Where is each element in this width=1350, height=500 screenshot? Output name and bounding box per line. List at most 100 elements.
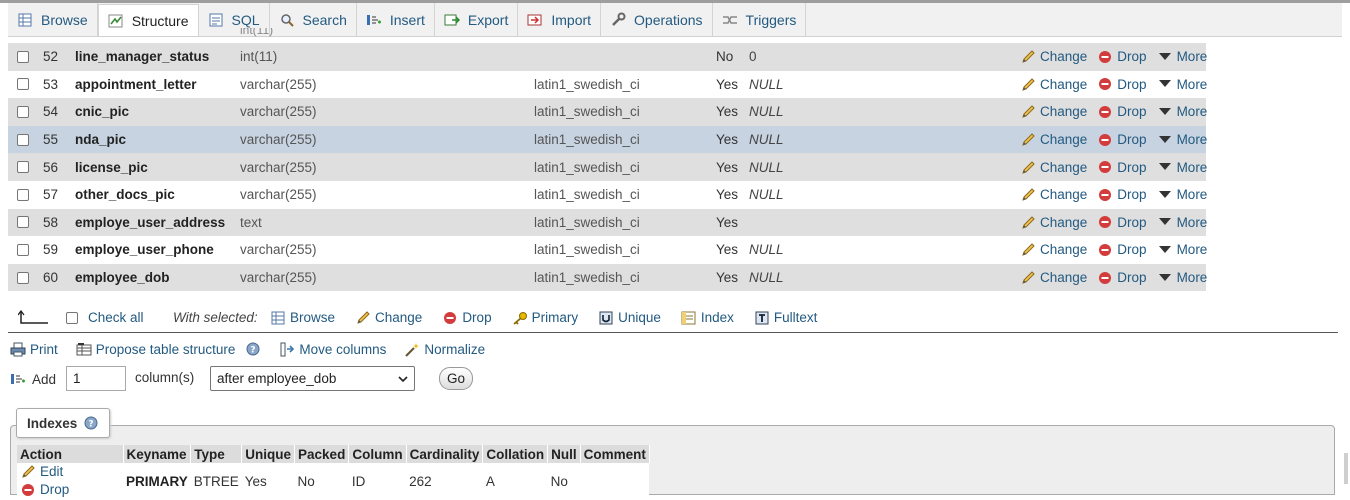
field-number: 52 bbox=[43, 49, 59, 65]
search-icon bbox=[279, 12, 295, 28]
go-button[interactable]: Go bbox=[439, 367, 473, 390]
row-actions: Change Drop More bbox=[1020, 49, 1217, 65]
pencil-icon bbox=[1020, 187, 1036, 203]
more-button[interactable]: More bbox=[1157, 187, 1207, 203]
row-checkbox[interactable] bbox=[17, 161, 29, 174]
print-label: Print bbox=[30, 341, 58, 357]
field-name: employe_user_phone bbox=[75, 242, 214, 258]
move-columns-link[interactable]: Move columns bbox=[279, 341, 386, 357]
bulk-index-button[interactable]: Index bbox=[681, 310, 734, 326]
tab-triggers[interactable]: Triggers bbox=[713, 3, 807, 36]
help-icon[interactable]: ? bbox=[83, 415, 99, 431]
change-button[interactable]: Change bbox=[1020, 270, 1087, 286]
row-checkbox[interactable] bbox=[17, 188, 29, 201]
table-row[interactable]: 57 other_docs_pic varchar(255) latin1_swedi… bbox=[8, 180, 1207, 209]
more-button[interactable]: More bbox=[1157, 49, 1207, 65]
more-button[interactable]: More bbox=[1157, 104, 1207, 120]
normalize-link[interactable]: Normalize bbox=[404, 341, 485, 357]
tab-operations[interactable]: Operations bbox=[601, 3, 713, 36]
print-link[interactable]: Print bbox=[10, 341, 58, 357]
drop-button[interactable]: Drop bbox=[1097, 49, 1147, 65]
change-label: Change bbox=[1040, 49, 1088, 65]
tab-import[interactable]: Import bbox=[518, 3, 602, 36]
drop-button[interactable]: Drop bbox=[1097, 214, 1147, 230]
change-button[interactable]: Change bbox=[1020, 159, 1087, 175]
drop-icon bbox=[1097, 270, 1113, 286]
change-button[interactable]: Change bbox=[1020, 49, 1087, 65]
row-checkbox[interactable] bbox=[17, 133, 29, 146]
bulk-change-button[interactable]: Change bbox=[355, 310, 422, 326]
field-null: Yes bbox=[716, 214, 739, 230]
table-row[interactable]: 60 employee_dob varchar(255) latin1_swedish… bbox=[8, 263, 1208, 292]
table-row[interactable]: 52 line_manager_status int(11) No 0 Change Dro… bbox=[8, 43, 1207, 71]
check-all-checkbox[interactable] bbox=[66, 311, 78, 324]
more-button[interactable]: More bbox=[1157, 242, 1207, 258]
row-checkbox[interactable] bbox=[17, 271, 29, 284]
field-name: license_pic bbox=[75, 159, 148, 175]
move-columns-icon bbox=[279, 341, 295, 357]
bulk-browse-button[interactable]: Browse bbox=[270, 310, 335, 326]
table-row[interactable]: 56 license_pic varchar(255) latin1_swedish_… bbox=[8, 153, 1207, 181]
drop-button[interactable]: Drop bbox=[1097, 132, 1147, 148]
index-collation: A bbox=[482, 463, 548, 500]
more-button[interactable]: More bbox=[1157, 132, 1207, 148]
change-button[interactable]: Change bbox=[1020, 132, 1087, 148]
row-checkbox[interactable] bbox=[17, 243, 29, 256]
row-checkbox[interactable] bbox=[17, 78, 29, 91]
column-position-select[interactable]: after employee_dob bbox=[210, 366, 415, 391]
tab-search[interactable]: Search bbox=[270, 3, 357, 36]
bulk-unique-button[interactable]: Unique bbox=[598, 310, 661, 326]
tab-label: Structure bbox=[131, 12, 189, 29]
field-collation: latin1_swedish_ci bbox=[534, 132, 640, 148]
index-edit-button[interactable]: Edit bbox=[20, 463, 63, 479]
add-column-count-input[interactable]: 1 bbox=[66, 366, 126, 391]
field-name: appointment_letter bbox=[75, 76, 197, 92]
drop-icon bbox=[1097, 49, 1113, 65]
drop-button[interactable]: Drop bbox=[1097, 270, 1147, 286]
change-label: Change bbox=[1040, 270, 1088, 286]
table-row[interactable]: 55 nda_pic varchar(255) latin1_swedish_ci Ye… bbox=[8, 125, 1207, 154]
table-row[interactable]: 58 employe_user_address text latin1_swedish… bbox=[8, 208, 1207, 237]
table-row[interactable]: 59 employe_user_phone varchar(255) latin1_s… bbox=[8, 236, 1207, 264]
bulk-fulltext-button[interactable]: Fulltext bbox=[754, 310, 817, 326]
change-label: Change bbox=[1040, 159, 1088, 175]
pencil-icon bbox=[1020, 242, 1036, 258]
tab-export[interactable]: Export bbox=[435, 3, 519, 36]
tab-insert[interactable]: Insert bbox=[357, 3, 435, 36]
tab-browse[interactable]: Browse bbox=[8, 3, 98, 36]
table-row[interactable]: 54 cnic_pic varchar(255) latin1_swedish_ci Y… bbox=[8, 98, 1207, 126]
scrollbar[interactable] bbox=[1344, 453, 1348, 484]
more-button[interactable]: More bbox=[1157, 76, 1207, 92]
change-button[interactable]: Change bbox=[1020, 242, 1087, 258]
drop-button[interactable]: Drop bbox=[1097, 104, 1147, 120]
propose-structure-link[interactable]: Propose table structure ? bbox=[76, 341, 262, 357]
help-icon[interactable]: ? bbox=[245, 341, 261, 357]
table-row[interactable]: 53 appointment_letter varchar(255) latin1_s… bbox=[8, 70, 1207, 99]
indexes-table: Action Keyname Type Unique Packed Column… bbox=[17, 445, 650, 500]
more-button[interactable]: More bbox=[1157, 159, 1207, 175]
row-checkbox[interactable] bbox=[17, 50, 29, 63]
drop-button[interactable]: Drop bbox=[1097, 187, 1147, 203]
tab-label: Export bbox=[467, 11, 509, 28]
check-all-label[interactable]: Check all bbox=[88, 310, 144, 325]
index-type: BTREE bbox=[190, 463, 242, 500]
bulk-drop-button[interactable]: Drop bbox=[442, 310, 492, 326]
row-checkbox[interactable] bbox=[17, 105, 29, 118]
tab-label: Operations bbox=[634, 11, 703, 28]
drop-button[interactable]: Drop bbox=[1097, 242, 1147, 258]
partial-row-type: int(11) bbox=[240, 28, 274, 37]
drop-button[interactable]: Drop bbox=[1097, 159, 1147, 175]
change-button[interactable]: Change bbox=[1020, 104, 1087, 120]
wand-icon bbox=[404, 341, 420, 357]
more-label: More bbox=[1176, 270, 1208, 286]
more-button[interactable]: More bbox=[1157, 270, 1208, 286]
drop-button[interactable]: Drop bbox=[1097, 76, 1147, 92]
change-button[interactable]: Change bbox=[1020, 187, 1087, 203]
check-all[interactable]: Check all bbox=[66, 310, 144, 325]
change-button[interactable]: Change bbox=[1020, 214, 1087, 230]
more-button[interactable]: More bbox=[1157, 214, 1207, 230]
bulk-primary-button[interactable]: Primary bbox=[512, 310, 578, 326]
row-checkbox[interactable] bbox=[17, 216, 29, 229]
tab-structure[interactable]: Structure bbox=[97, 4, 199, 36]
change-button[interactable]: Change bbox=[1020, 76, 1087, 92]
